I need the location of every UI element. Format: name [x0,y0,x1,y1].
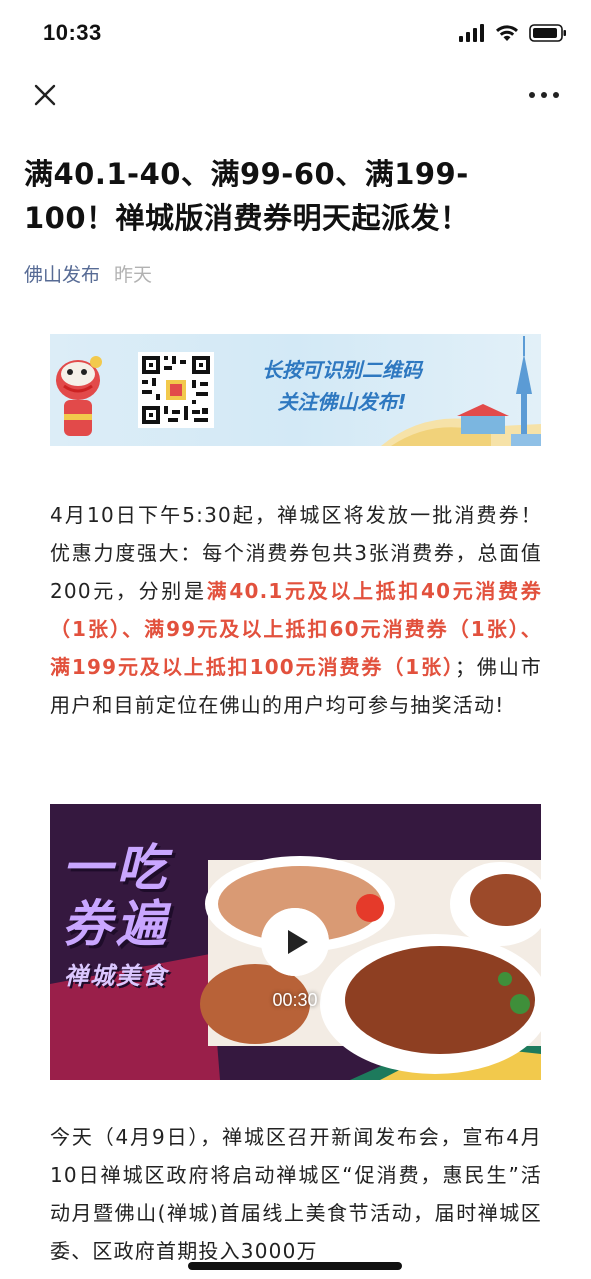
more-icon[interactable] [527,80,561,110]
video-title-art: 一吃 券遍 [62,840,170,952]
paragraph-news-conference: 今天（4月9日），禅城区召开新闻发布会，宣布4月10日禅城区政府将启动禅城区“促… [50,1125,542,1263]
home-indicator[interactable] [188,1262,402,1270]
battery-icon [529,24,566,42]
status-bar: 10:33 [0,0,591,70]
nav-bar [0,70,591,120]
video-subtitle-art: 禅城美食 [64,962,168,990]
video-player[interactable]: 一吃 券遍 禅城美食 00:30 [50,804,541,1080]
wifi-icon [496,25,518,41]
qr-code-icon[interactable] [138,352,214,428]
play-icon[interactable] [261,908,329,976]
publish-date: 昨天 [114,264,153,286]
video-title-line-1: 一吃 [62,839,170,897]
article-meta: 佛山发布 昨天 [24,260,152,287]
video-duration: 00:30 [272,990,318,1010]
follow-banner[interactable]: 长按可识别二维码 关注佛山发布! [50,334,541,446]
close-icon[interactable] [30,80,60,110]
signal-icon [459,24,484,42]
account-name-link[interactable]: 佛山发布 [24,260,100,287]
article-title: 满40.1-40、满99-60、满199-100！禅城版消费券明天起派发！ [24,157,470,235]
status-time: 10:33 [43,20,102,45]
status-icons [459,24,567,42]
video-title-line-2: 券遍 [62,895,170,953]
city-skyline-icon [381,336,541,446]
paragraph-coupon-intro: 4月10日下午5:30起，禅城区将发放一批消费券！优惠力度强大：每个消费券包共3… [50,496,542,724]
screen: 10:33 满40.1-40、满99-60、满199-100！禅城版消费券明天起… [0,0,591,1279]
lion-dance-mascot-icon [56,356,102,436]
